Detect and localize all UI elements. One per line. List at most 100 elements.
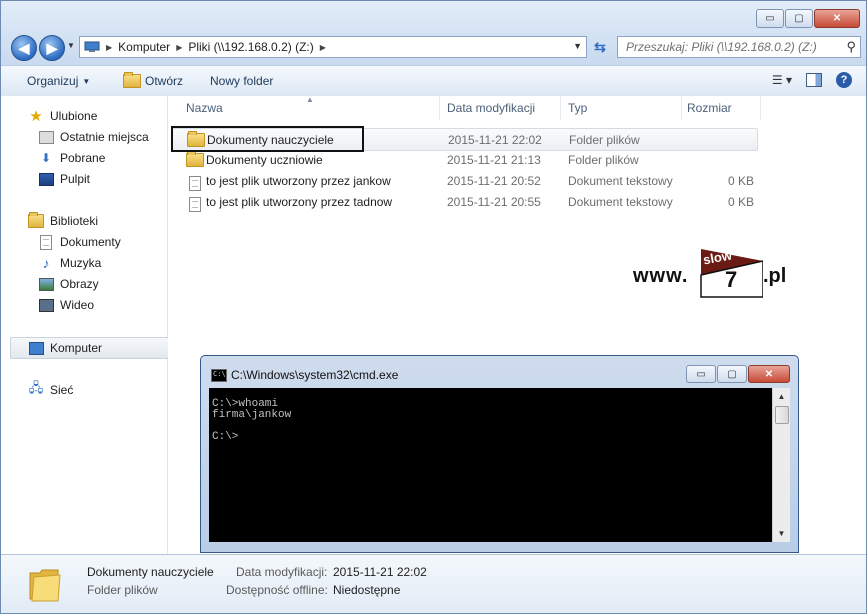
console-output[interactable]: C:\>whoami firma\jankow C:\> [209,388,772,542]
breadcrumb-separator-icon[interactable]: ▶ [320,43,326,52]
cmd-icon: C:\ [211,369,227,382]
close-button[interactable]: ✕ [814,9,860,28]
refresh-icon: ⇆ [594,38,606,55]
organize-button[interactable]: Organizuj ▼ [27,74,90,88]
arrow-left-icon: ◀ [18,39,30,56]
column-size-label: Rozmiar [687,101,732,115]
details-type: Folder plików [87,583,158,597]
address-dropdown-icon[interactable]: ▼ [573,41,582,51]
scroll-down-icon[interactable]: ▼ [773,525,790,542]
column-date-label: Data modyfikacji [447,101,536,115]
nav-favorites[interactable]: ★ Ulubione [1,106,194,126]
folder-icon [29,569,61,602]
nav-network[interactable]: 🖧 Sieć [1,380,194,400]
nav-network-label: Sieć [50,383,74,397]
downloads-icon: ⬇ [40,151,52,165]
folder-icon [186,151,204,167]
music-icon: ♪ [42,255,50,271]
file-size: 0 KB [727,194,754,209]
preview-pane-icon[interactable] [806,73,822,87]
details-offline-label: Dostępność offline: [226,583,328,597]
forward-button[interactable]: ▶ [39,35,65,61]
back-button[interactable]: ◀ [11,35,37,61]
search-input[interactable]: Przeszukaj: Pliki (\\192.168.0.2) (Z:) ⚲ [617,36,861,58]
nav-libraries-label: Biblioteki [50,214,99,228]
new-folder-button[interactable]: Nowy folder [210,74,273,88]
video-icon [38,298,54,312]
scroll-thumb[interactable] [775,406,789,424]
column-header-size[interactable]: Rozmiar [683,96,761,120]
nav-libraries[interactable]: Biblioteki [1,211,194,231]
history-dropdown-icon[interactable]: ▼ [67,41,75,50]
minimize-button[interactable]: ▭ [756,9,784,28]
search-placeholder: Przeszukaj: Pliki (\\192.168.0.2) (Z:) [626,40,817,54]
caption-buttons: ▭ ▢ ✕ [756,9,860,28]
breadcrumb-computer[interactable]: Komputer [118,40,170,54]
nav-video-label: Wideo [60,298,95,312]
file-date: 2015-11-21 20:55 [447,194,541,209]
column-name-label: Nazwa [186,101,223,115]
file-row[interactable]: to jest plik utworzony przez tadnow 2015… [172,191,756,212]
file-name: to jest plik utworzony przez jankow [206,173,391,188]
address-bar[interactable]: ▶ Komputer ▶ Pliki (\\192.168.0.2) (Z:) … [79,36,587,58]
nav-desktop-label: Pulpit [60,172,91,186]
highlight-annotation [171,126,364,152]
search-icon[interactable]: ⚲ [846,39,856,55]
organize-label: Organizuj [27,74,79,88]
file-name: Dokumenty uczniowie [206,152,323,167]
cmd-maximize-button[interactable]: ▢ [717,365,747,383]
help-icon[interactable]: ? [836,72,852,88]
nav-music-label: Muzyka [60,256,102,270]
cmd-minimize-button[interactable]: ▭ [686,365,716,383]
file-date: 2015-11-21 20:52 [447,173,541,188]
text-file-icon [189,197,201,212]
file-row[interactable]: to jest plik utworzony przez jankow 2015… [172,170,756,191]
breadcrumb-share[interactable]: Pliki (\\192.168.0.2) (Z:) [188,40,313,54]
cmd-caption-buttons: ▭ ▢ ✕ [686,365,790,383]
console-scrollbar[interactable]: ▲ ▼ [772,388,790,542]
breadcrumb-separator-icon[interactable]: ▶ [176,43,182,52]
computer-icon [28,341,44,355]
open-label: Otwórz [145,74,184,88]
details-offline-value: Niedostępne [333,583,401,597]
desktop-icon [38,172,54,186]
column-header-name[interactable]: Nazwa [168,96,440,120]
pictures-icon [38,277,54,291]
refresh-button[interactable]: ⇆ [589,36,611,58]
libraries-icon [28,212,44,228]
recent-places-icon [38,130,54,144]
title-bar: ▭ ▢ ✕ ◀ ▶ ▼ ▶ Komputer ▶ Pliki (\\192.16… [1,1,866,65]
details-date-value: 2015-11-21 22:02 [333,565,427,579]
maximize-button[interactable]: ▢ [785,9,813,28]
scroll-up-icon[interactable]: ▲ [773,388,790,405]
file-row[interactable]: Dokumenty uczniowie 2015-11-21 21:13 Fol… [172,149,756,170]
logo-suffix: .pl [763,265,787,287]
view-controls: ☰ ▾ ? [772,72,852,88]
site-logo: www. slow 7 .pl [633,245,803,301]
cmd-title: C:\Windows\system32\cmd.exe [231,368,399,382]
file-type: Folder plików [569,132,640,147]
cmd-close-button[interactable]: ✕ [748,365,790,383]
file-date: 2015-11-21 21:13 [447,152,541,167]
nav-documents-label: Dokumenty [60,235,121,249]
column-header-date[interactable]: Data modyfikacji [441,96,561,120]
explorer-window: ▭ ▢ ✕ ◀ ▶ ▼ ▶ Komputer ▶ Pliki (\\192.16… [0,0,867,614]
new-folder-label: Nowy folder [210,74,274,88]
cmd-window: C:\ C:\Windows\system32\cmd.exe ▭ ▢ ✕ C:… [200,355,799,553]
nav-pictures-label: Obrazy [60,277,99,291]
open-button[interactable]: Otwórz [123,72,184,88]
command-bar: Organizuj ▼ Otwórz Nowy folder ☰ ▾ ? [1,65,866,97]
change-view-icon[interactable]: ☰ ▾ [772,73,792,87]
column-type-label: Typ [568,101,588,115]
console-line: C:\> [212,431,239,443]
logo-prefix: www. [633,265,689,287]
console-line: C:\>whoami [212,398,279,410]
nav-recent-label: Ostatnie miejsca [60,130,149,144]
column-header-type[interactable]: Typ [562,96,682,120]
nav-computer[interactable]: Komputer [10,337,183,359]
breadcrumb-separator-icon[interactable]: ▶ [106,43,112,52]
network-icon: 🖧 [28,380,44,395]
file-date: 2015-11-21 22:02 [448,132,542,147]
details-pane: Dokumenty nauczyciele Folder plików Data… [1,554,866,613]
